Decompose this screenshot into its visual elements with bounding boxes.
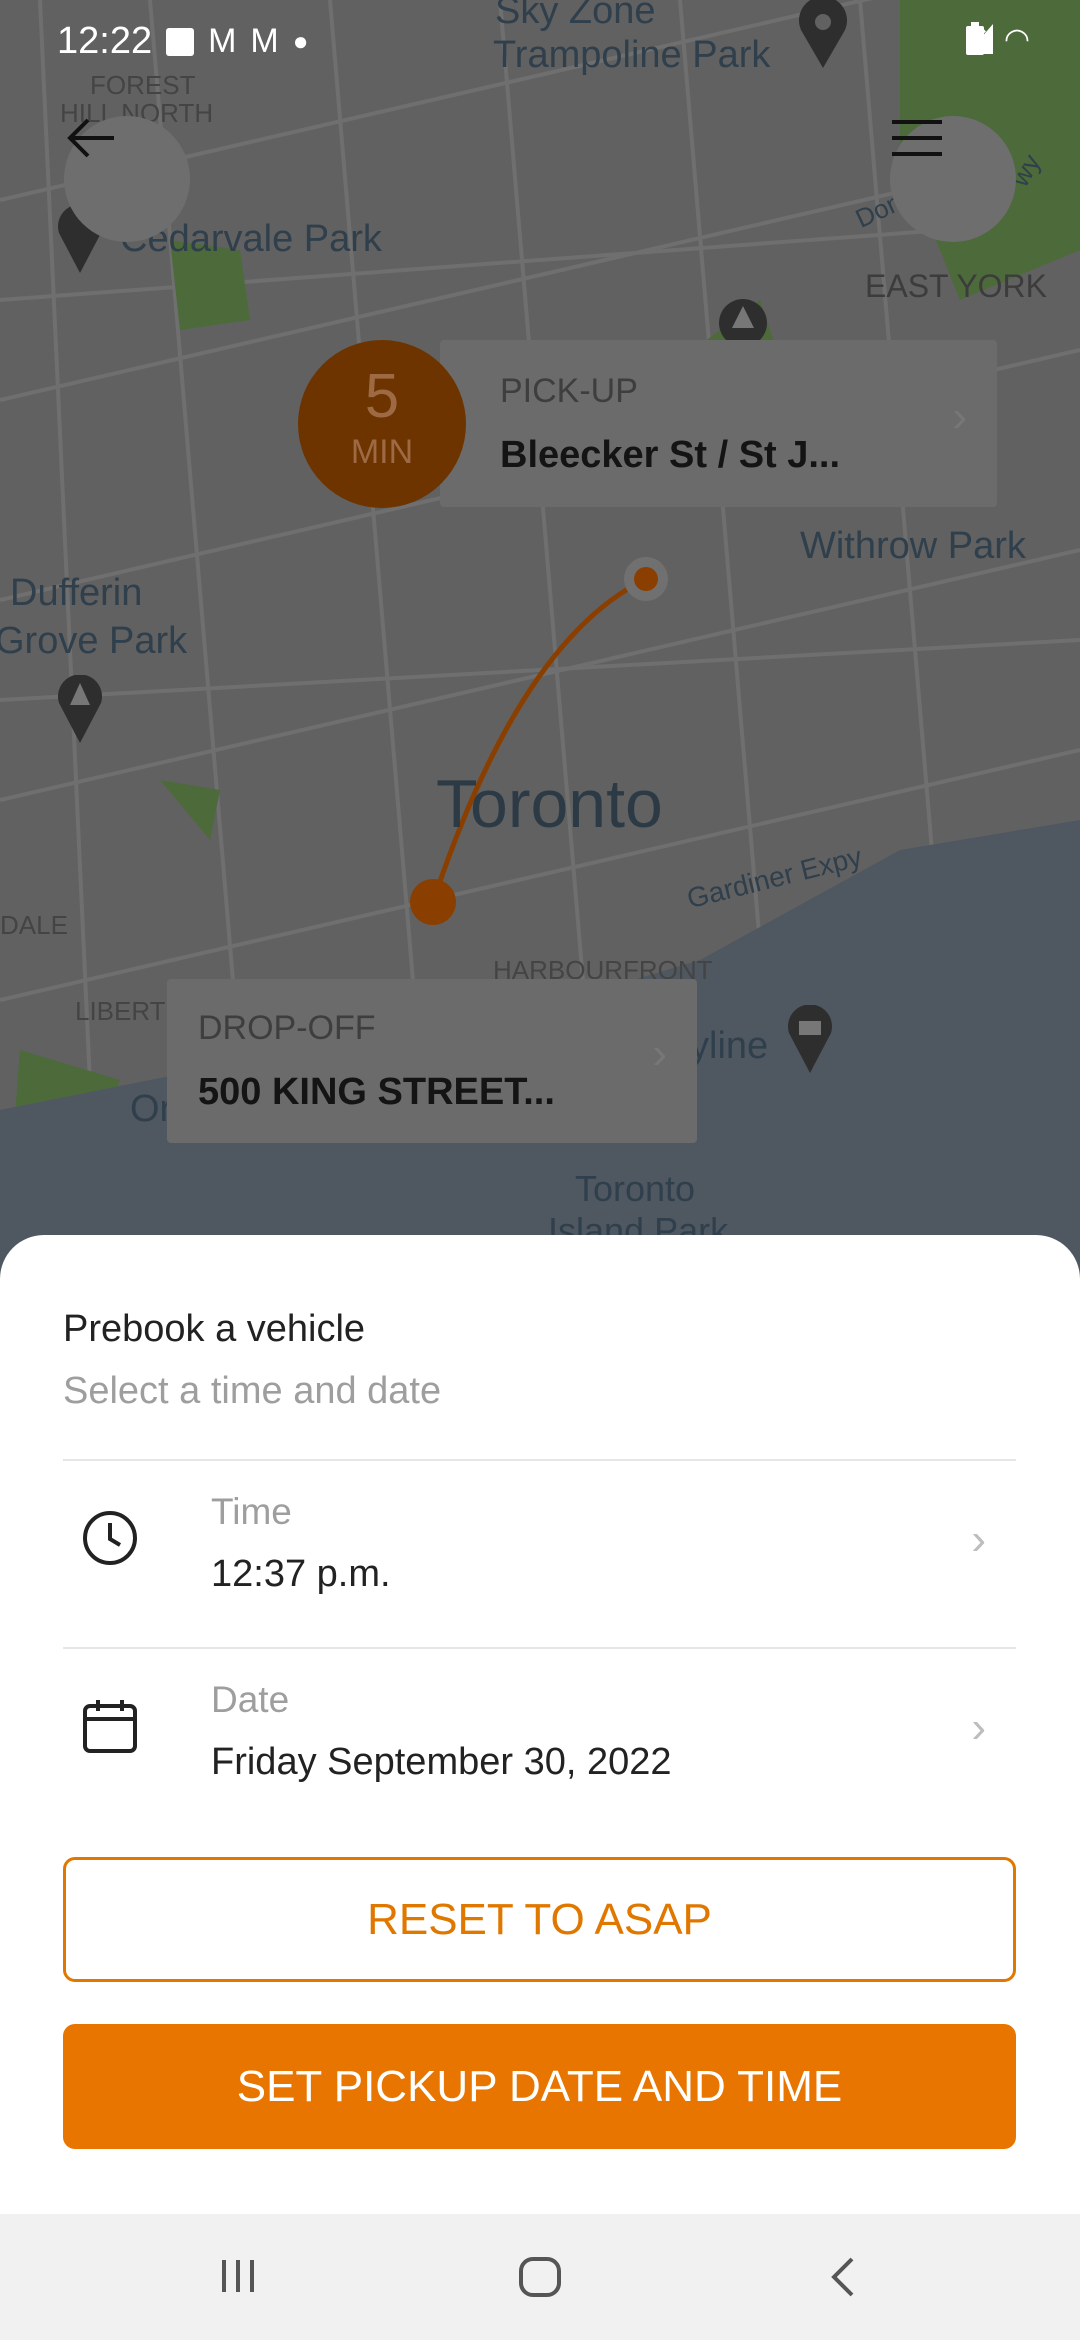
map-label: DALE	[0, 910, 68, 940]
calendar-icon	[83, 1700, 137, 1753]
map-view[interactable]: Sky Zone Trampoline Park FOREST HILL NOR…	[0, 0, 1080, 1300]
pickup-label: PICK-UP	[500, 372, 638, 410]
map-label: Or	[130, 1088, 173, 1130]
dropoff-label: DROP-OFF	[198, 1009, 376, 1047]
chevron-right-icon: ›	[952, 392, 967, 441]
time-row[interactable]: Time 12:37 p.m. ›	[63, 1461, 1016, 1647]
system-nav-bar	[0, 2214, 1080, 2340]
map-label: Trampoline Park	[493, 34, 771, 76]
date-value: Friday September 30, 2022	[211, 1741, 672, 1783]
time-value: 12:37 p.m.	[211, 1553, 391, 1595]
map-label: yline	[690, 1025, 769, 1067]
map-label: Grove Park	[0, 620, 188, 662]
gmail-icon: M	[250, 22, 279, 60]
chevron-right-icon: ›	[652, 1029, 667, 1078]
map-label: Toronto	[436, 766, 663, 842]
dot-icon: ●	[292, 26, 309, 56]
time-label: Time	[211, 1491, 292, 1532]
map-label: Dufferin	[10, 572, 143, 614]
set-pickup-button[interactable]: SET PICKUP DATE AND TIME	[63, 2024, 1016, 2149]
reset-to-asap-button[interactable]: RESET TO ASAP	[63, 1857, 1016, 1982]
sheet-title: Prebook a vehicle	[63, 1308, 366, 1350]
sheet-subtitle: Select a time and date	[63, 1370, 442, 1412]
pickup-dot	[634, 567, 658, 591]
menu-button[interactable]	[890, 116, 1016, 242]
pickup-address: Bleecker St / St J...	[500, 434, 841, 476]
map-pin-icon	[799, 0, 847, 68]
back-nav-icon[interactable]	[828, 2256, 858, 2298]
recent-apps-icon[interactable]	[218, 2256, 258, 2296]
dropoff-address: 500 KING STREET...	[198, 1071, 555, 1113]
home-icon[interactable]	[518, 2256, 562, 2298]
pickup-card[interactable]: PICK-UP Bleecker St / St J... ›	[440, 340, 997, 507]
dropoff-dot	[410, 879, 456, 925]
wifi-icon: ◠	[1003, 23, 1030, 56]
hamburger-menu-icon	[892, 120, 942, 156]
status-icons: ✕ ◠	[965, 22, 1030, 57]
gallery-icon	[166, 27, 195, 56]
status-bar: 12:22 M M ●	[57, 20, 308, 63]
prebook-sheet: Prebook a vehicle Select a time and date…	[0, 1235, 1080, 2215]
map-label: EAST YORK	[865, 268, 1047, 304]
route-line	[430, 576, 648, 903]
arrow-left-icon	[67, 118, 114, 158]
map-label: Sky Zone	[495, 0, 656, 32]
clock-icon	[83, 1511, 137, 1565]
chevron-right-icon: ›	[971, 1703, 986, 1752]
map-label: Toronto	[575, 1168, 696, 1209]
date-row[interactable]: Date Friday September 30, 2022 ›	[63, 1649, 1016, 1835]
chevron-right-icon: ›	[971, 1515, 986, 1564]
eta-value: 5	[364, 362, 400, 431]
map-label: FOREST	[90, 70, 196, 100]
back-button[interactable]	[64, 116, 190, 242]
eta-badge: 5 MIN	[298, 340, 466, 508]
camera-pin-icon	[788, 1005, 832, 1073]
battery-icon	[965, 22, 984, 55]
map-label: Withrow Park	[800, 525, 1026, 567]
date-label: Date	[211, 1679, 290, 1720]
gmail-icon: M	[208, 22, 237, 60]
dropoff-card[interactable]: DROP-OFF 500 KING STREET... ›	[167, 979, 697, 1143]
map-label: LIBERT	[75, 996, 166, 1026]
park-pin-icon	[58, 675, 102, 743]
status-time: 12:22	[57, 20, 153, 62]
eta-unit: MIN	[350, 433, 414, 471]
